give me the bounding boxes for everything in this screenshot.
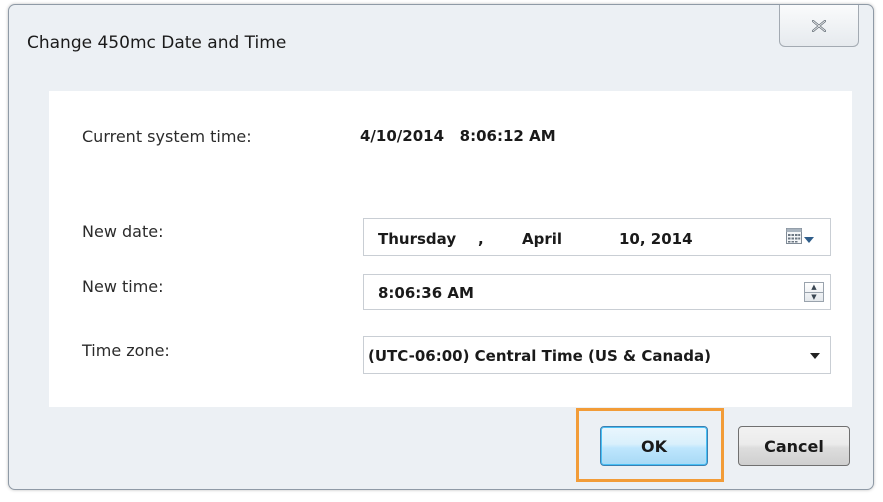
time-zone-label: Time zone: xyxy=(82,341,170,360)
new-date-label: New date: xyxy=(82,222,164,241)
time-spinner[interactable]: ▲ ▼ xyxy=(804,282,824,302)
chevron-down-icon xyxy=(804,229,814,247)
cancel-button[interactable]: Cancel xyxy=(738,426,850,466)
time-input[interactable]: 8:06:36 AM ▲ ▼ xyxy=(363,274,831,310)
ok-button[interactable]: OK xyxy=(600,426,708,466)
spin-up-icon[interactable]: ▲ xyxy=(805,283,823,292)
spin-down-icon[interactable]: ▼ xyxy=(805,292,823,302)
new-time-label: New time: xyxy=(82,277,164,296)
close-button[interactable] xyxy=(779,5,859,47)
calendar-dropdown-button[interactable] xyxy=(786,228,824,248)
time-zone-select[interactable]: (UTC-06:00) Central Time (US & Canada) xyxy=(363,336,831,374)
date-picker[interactable]: Thursday , April 10, 2014 xyxy=(363,218,831,256)
date-separator: , xyxy=(478,230,484,248)
chevron-down-icon[interactable] xyxy=(810,353,820,359)
date-time-dialog: Change 450mc Date and Time Current syste… xyxy=(8,4,874,490)
time-value[interactable]: 8:06:36 AM xyxy=(378,284,474,302)
dialog-title: Change 450mc Date and Time xyxy=(27,33,287,53)
time-zone-value[interactable]: (UTC-06:00) Central Time (US & Canada) xyxy=(368,347,711,365)
current-time-label: Current system time: xyxy=(82,127,252,146)
current-time-value: 4/10/2014 8:06:12 AM xyxy=(360,127,556,145)
date-month[interactable]: April xyxy=(522,230,562,248)
calendar-icon xyxy=(786,228,802,248)
date-day-year[interactable]: 10, 2014 xyxy=(619,230,693,248)
date-weekday[interactable]: Thursday xyxy=(378,230,456,248)
settings-panel: Current system time: 4/10/2014 8:06:12 A… xyxy=(49,91,852,407)
close-icon xyxy=(812,19,826,32)
